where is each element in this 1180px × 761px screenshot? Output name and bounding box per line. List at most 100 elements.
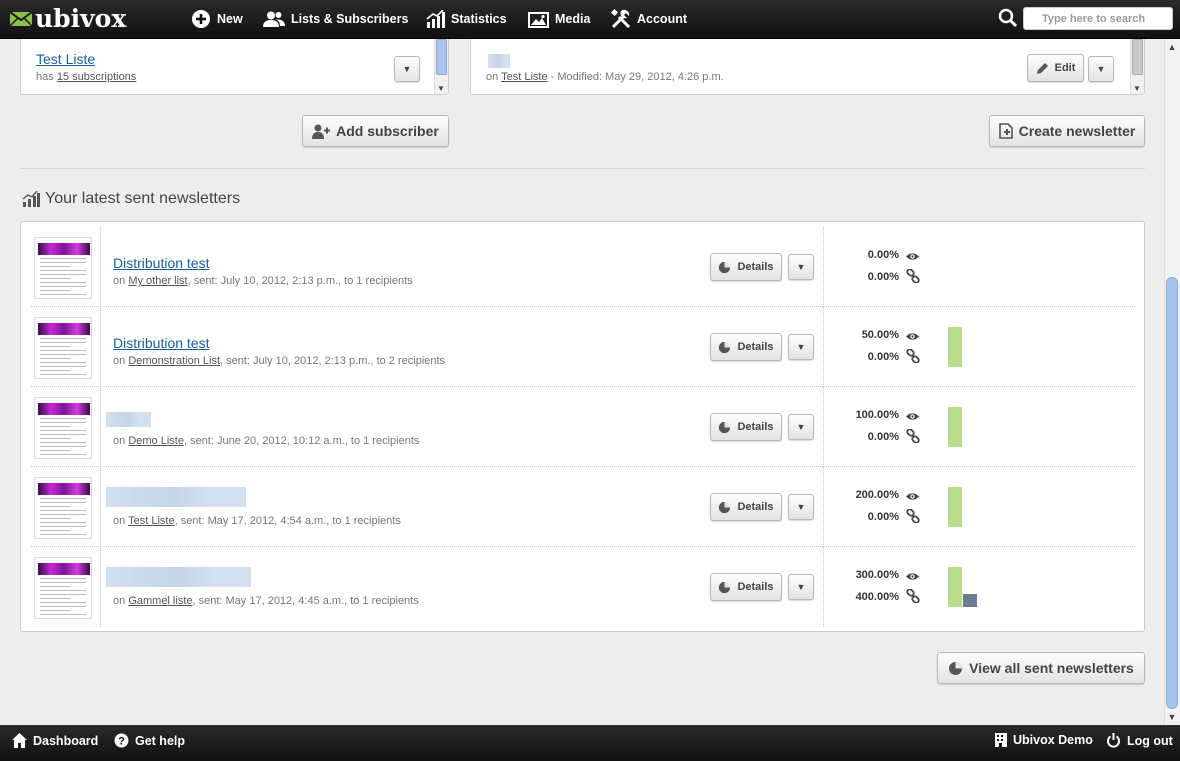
edit-button[interactable]: Edit	[1027, 54, 1084, 82]
lists-panel: Test Liste has 15 subscriptions ▼ ▼	[20, 39, 449, 95]
newsletter-thumbnail[interactable]	[31, 547, 101, 627]
scroll-up-arrow[interactable]: ▲	[1165, 40, 1179, 54]
chart-icon	[426, 10, 445, 28]
dropdown-arrow-icon: ▼	[796, 502, 806, 512]
newsletter-preview-image	[34, 317, 92, 379]
newsletter-list-link[interactable]: Demo Liste	[128, 435, 184, 447]
footer-log-out[interactable]: Log out	[1106, 733, 1173, 748]
dropdown-arrow-icon: ▼	[402, 64, 412, 74]
newsletter-list-link[interactable]: Demonstration List	[128, 355, 220, 367]
newsletter-meta: on Gammel liste, sent: May 17, 2012, 4:4…	[113, 595, 419, 607]
account-name-label: Ubivox Demo	[1013, 733, 1093, 747]
nav-new[interactable]: New	[191, 8, 243, 30]
draft-list-link[interactable]: Test Liste	[501, 71, 547, 83]
details-label: Details	[737, 421, 774, 433]
newsletter-row: on Demo Liste, sent: June 20, 2012, 10:1…	[31, 387, 1135, 467]
open-rate: 300.00%	[855, 569, 899, 581]
footer-account-name[interactable]: Ubivox Demo	[995, 733, 1093, 747]
scroll-down-arrow[interactable]: ▼	[1165, 710, 1179, 724]
draft-dropdown-button[interactable]: ▼	[1088, 56, 1114, 82]
link-icon	[906, 348, 920, 366]
footer-get-help[interactable]: ? Get help	[114, 733, 185, 748]
newsletter-row: on Test Liste, sent: May 17, 2012, 4:54 …	[31, 467, 1135, 547]
nav-media[interactable]: Media	[528, 8, 590, 30]
ubivox-logo[interactable]: ubivox	[9, 5, 126, 33]
details-label: Details	[737, 341, 774, 353]
open-rate: 200.00%	[855, 489, 899, 501]
view-all-label: View all sent newsletters	[969, 660, 1134, 676]
image-icon	[528, 11, 549, 28]
newsletter-thumbnail[interactable]	[31, 467, 101, 547]
details-label: Details	[737, 581, 774, 593]
newsletter-list-link[interactable]: Gammel liste	[128, 595, 192, 607]
footer-dashboard[interactable]: Dashboard	[12, 733, 98, 748]
details-button[interactable]: Details	[710, 413, 782, 441]
help-icon: ?	[114, 733, 129, 748]
sent-newsletters-panel: Distribution test on My other list, sent…	[20, 221, 1145, 632]
newsletter-preview-image	[34, 237, 92, 299]
details-button[interactable]: Details	[710, 333, 782, 361]
dropdown-arrow-icon: ▼	[796, 262, 806, 272]
nav-statistics[interactable]: Statistics	[426, 8, 507, 30]
nav-account[interactable]: Account	[611, 8, 687, 30]
redacted-newsletter-title[interactable]	[106, 567, 251, 587]
pie-chart-icon	[718, 580, 732, 594]
newsletter-thumbnail[interactable]	[31, 387, 101, 467]
newsletter-list-link[interactable]: My other list	[128, 275, 187, 287]
lists-scroll-down-arrow[interactable]: ▼	[437, 84, 445, 93]
newsletter-dropdown-button[interactable]: ▼	[788, 254, 814, 280]
click-rate: 0.00%	[867, 271, 899, 283]
link-icon	[906, 268, 920, 286]
search-icon[interactable]	[998, 8, 1018, 31]
add-subscriber-button[interactable]: Add subscriber	[302, 115, 449, 147]
newsletter-preview-image	[34, 477, 92, 539]
newsletter-dropdown-button[interactable]: ▼	[788, 334, 814, 360]
create-newsletter-button[interactable]: Create newsletter	[989, 115, 1145, 147]
newsletter-meta: on Demo Liste, sent: June 20, 2012, 10:1…	[113, 435, 419, 447]
click-rate: 0.00%	[867, 351, 899, 363]
newsletter-list-link[interactable]: Test Liste	[128, 515, 174, 527]
newsletter-thumbnail[interactable]	[31, 227, 101, 307]
redacted-newsletter-title[interactable]	[106, 487, 246, 507]
details-button[interactable]: Details	[710, 493, 782, 521]
details-button[interactable]: Details	[710, 253, 782, 281]
section-divider	[20, 168, 1145, 169]
list-name-link[interactable]: Test Liste	[36, 51, 95, 67]
newsletter-thumbnail[interactable]	[31, 307, 101, 387]
nav-lists-subscribers[interactable]: Lists & Subscribers	[263, 8, 408, 30]
details-button[interactable]: Details	[710, 573, 782, 601]
newsletter-title-link[interactable]: Distribution test	[113, 255, 209, 271]
edit-label: Edit	[1054, 62, 1076, 74]
click-rate: 0.00%	[867, 431, 899, 443]
pie-chart-icon	[718, 500, 732, 514]
newsletter-dropdown-button[interactable]: ▼	[788, 574, 814, 600]
stats-divider	[823, 307, 824, 387]
newsletter-dropdown-button[interactable]: ▼	[788, 494, 814, 520]
search-input[interactable]	[1023, 7, 1173, 30]
link-icon	[906, 508, 920, 526]
lists-scroll-thumb[interactable]	[436, 39, 447, 75]
newsletter-title-link[interactable]: Distribution test	[113, 335, 209, 351]
meta-on-prefix: on	[113, 515, 126, 527]
lists-panel-scrollbar[interactable]: ▼	[434, 39, 448, 94]
newsletter-dropdown-button[interactable]: ▼	[788, 414, 814, 440]
drafts-scroll-down-arrow[interactable]: ▼	[1133, 84, 1141, 93]
view-all-sent-button[interactable]: View all sent newsletters	[937, 652, 1145, 684]
drafts-panel-scrollbar[interactable]: ▼	[1130, 39, 1144, 94]
nav-account-label: Account	[637, 12, 687, 26]
drafts-panel: on Test Liste - Modified: May 29, 2012, …	[470, 39, 1145, 95]
drafts-scroll-thumb[interactable]	[1132, 39, 1143, 75]
page-scrollbar-thumb[interactable]	[1166, 277, 1178, 709]
draft-modified: - Modified: May 29, 2012, 4:26 p.m.	[550, 71, 724, 83]
redacted-newsletter-title[interactable]	[106, 412, 151, 427]
meta-on-prefix: on	[113, 355, 126, 367]
power-icon	[1106, 733, 1121, 748]
newsletter-send-info: , sent: July 10, 2012, 2:13 p.m., to 1 r…	[187, 275, 413, 287]
newsletter-meta: on Test Liste, sent: May 17, 2012, 4:54 …	[113, 515, 401, 527]
open-rate-bar	[948, 487, 962, 527]
subscriptions-link[interactable]: 15 subscriptions	[57, 71, 137, 83]
link-icon	[906, 428, 920, 446]
dropdown-arrow-icon: ▼	[796, 582, 806, 592]
newsletter-row: on Gammel liste, sent: May 17, 2012, 4:4…	[31, 547, 1135, 627]
list-dropdown-button[interactable]: ▼	[394, 56, 420, 82]
